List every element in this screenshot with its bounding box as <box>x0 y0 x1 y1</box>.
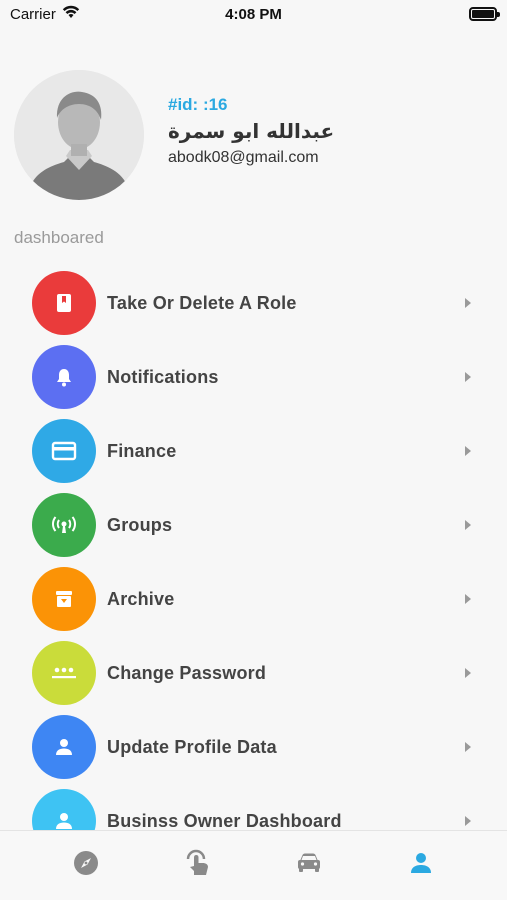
menu-item-label: Update Profile Data <box>107 736 277 757</box>
menu-item-groups[interactable]: Groups <box>32 488 482 562</box>
menu-item-update-profile[interactable]: Update Profile Data <box>32 710 482 784</box>
profile-id: #id: :16 <box>168 95 228 114</box>
compass-icon <box>73 850 98 875</box>
menu-item-label: Finance <box>107 440 177 461</box>
menu-item-label: Take Or Delete A Role <box>107 292 297 313</box>
credit-card-icon <box>32 419 96 483</box>
chevron-right-icon <box>465 520 471 530</box>
chevron-right-icon <box>465 298 471 308</box>
wifi-icon <box>62 5 80 23</box>
tab-profile[interactable] <box>391 838 451 888</box>
menu-item-take-or-delete-role[interactable]: Take Or Delete A Role <box>32 266 482 340</box>
tab-car[interactable] <box>279 838 339 888</box>
password-dots-icon <box>32 641 96 705</box>
chevron-right-icon <box>465 816 471 826</box>
menu-item-change-password[interactable]: Change Password <box>32 636 482 710</box>
person-icon <box>32 715 96 779</box>
dashboard-menu: Take Or Delete A Role Notifications Fina… <box>32 266 482 858</box>
status-left: Carrier <box>10 5 80 23</box>
chevron-right-icon <box>465 372 471 382</box>
battery-icon <box>469 7 500 21</box>
chevron-right-icon <box>465 446 471 456</box>
person-icon <box>411 852 432 873</box>
profile-name: عبدالله ابو سمرة <box>168 119 335 143</box>
status-bar: Carrier 4:08 PM <box>0 0 507 28</box>
person-silhouette-icon <box>14 70 144 200</box>
carrier-label: Carrier <box>10 5 56 23</box>
touch-hand-icon <box>186 849 208 875</box>
menu-item-label: Notifications <box>107 366 219 387</box>
chevron-right-icon <box>465 594 471 604</box>
menu-item-notifications[interactable]: Notifications <box>32 340 482 414</box>
menu-item-label: Businss Owner Dashboard <box>107 810 342 831</box>
archive-box-icon <box>32 567 96 631</box>
menu-item-archive[interactable]: Archive <box>32 562 482 636</box>
bell-icon <box>32 345 96 409</box>
car-icon <box>298 853 321 872</box>
menu-item-label: Archive <box>107 588 175 609</box>
tab-bar <box>0 830 507 900</box>
avatar[interactable] <box>14 70 144 200</box>
chevron-right-icon <box>465 742 471 752</box>
bookmark-book-icon <box>32 271 96 335</box>
menu-item-finance[interactable]: Finance <box>32 414 482 488</box>
section-title: dashboared <box>14 228 104 247</box>
tab-touch[interactable] <box>168 838 228 888</box>
tab-explore[interactable] <box>56 838 116 888</box>
profile-info: #id: :16 عبدالله ابو سمرة abodk08@gmail.… <box>168 95 335 167</box>
profile-header: #id: :16 عبدالله ابو سمرة abodk08@gmail.… <box>14 70 334 200</box>
broadcast-icon <box>32 493 96 557</box>
profile-email: abodk08@gmail.com <box>168 149 319 166</box>
chevron-right-icon <box>465 668 471 678</box>
menu-item-label: Change Password <box>107 662 267 683</box>
menu-item-label: Groups <box>107 514 173 535</box>
